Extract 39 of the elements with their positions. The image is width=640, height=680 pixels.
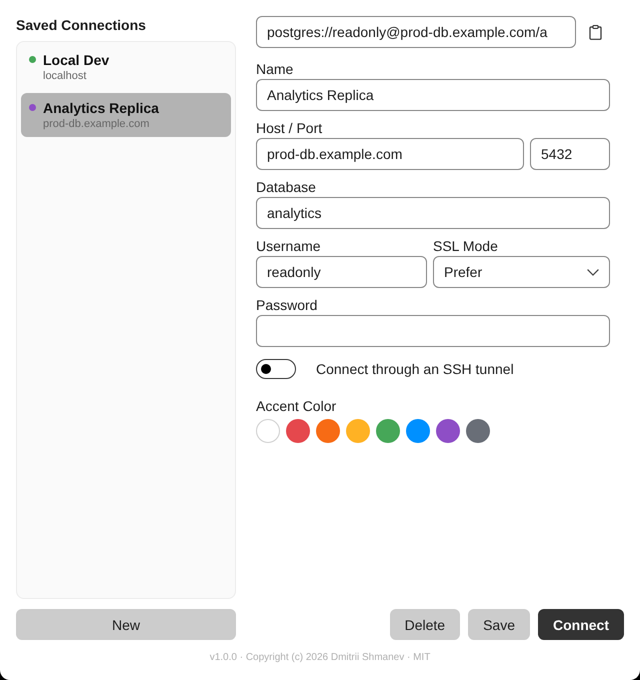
connection-name: Analytics Replica: [43, 99, 159, 117]
color-swatch-icon[interactable]: [436, 419, 460, 443]
connection-item[interactable]: Analytics Replica prod-db.example.com: [21, 93, 231, 137]
chevron-down-icon: [587, 268, 599, 276]
host-field[interactable]: prod-db.example.com: [256, 138, 524, 170]
connection-name: Local Dev: [43, 51, 110, 69]
color-swatch-icon[interactable]: [346, 419, 370, 443]
name-field[interactable]: Analytics Replica: [256, 79, 610, 111]
color-swatch-icon[interactable]: [286, 419, 310, 443]
clipboard-icon[interactable]: [589, 24, 602, 40]
field-label: Host / Port: [256, 120, 322, 136]
connection-host: localhost: [43, 69, 88, 83]
color-swatch-icon[interactable]: [256, 419, 280, 443]
sidebar-title: Saved Connections: [16, 16, 147, 34]
action-button[interactable]: Save: [468, 609, 530, 640]
color-swatch-icon[interactable]: [406, 419, 430, 443]
ssl-mode-select[interactable]: Prefer: [433, 256, 610, 288]
database-field[interactable]: analytics: [256, 197, 610, 229]
toggle-switch[interactable]: [256, 359, 296, 379]
field-label: Name: [256, 61, 294, 77]
password-field[interactable]: [256, 315, 610, 347]
color-swatch-icon[interactable]: [316, 419, 340, 443]
toggle-label: Connect through an SSH tunnel: [316, 361, 514, 377]
footer-text: v1.0.0 · Copyright (c) 2026 Dmitrii Shmanev · MIT: [210, 651, 430, 665]
field-label: Database: [256, 179, 316, 195]
action-button[interactable]: Connect: [538, 609, 624, 640]
username-field[interactable]: readonly: [256, 256, 427, 288]
field-label: Accent Color: [256, 398, 336, 414]
port-field[interactable]: 5432: [530, 138, 610, 170]
connection-item[interactable]: Local Dev localhost: [21, 45, 231, 89]
field-label: Username: [256, 238, 321, 254]
field-label: Password: [256, 297, 318, 313]
action-button[interactable]: Delete: [390, 609, 460, 640]
color-swatch-icon[interactable]: [376, 419, 400, 443]
field-label: SSL Mode: [433, 238, 498, 254]
color-swatch-icon[interactable]: [466, 419, 490, 443]
connection-host: prod-db.example.com: [43, 117, 150, 131]
new-button[interactable]: New: [16, 609, 236, 640]
url-field[interactable]: postgres://readonly@prod-db.example.com/a: [256, 16, 576, 48]
